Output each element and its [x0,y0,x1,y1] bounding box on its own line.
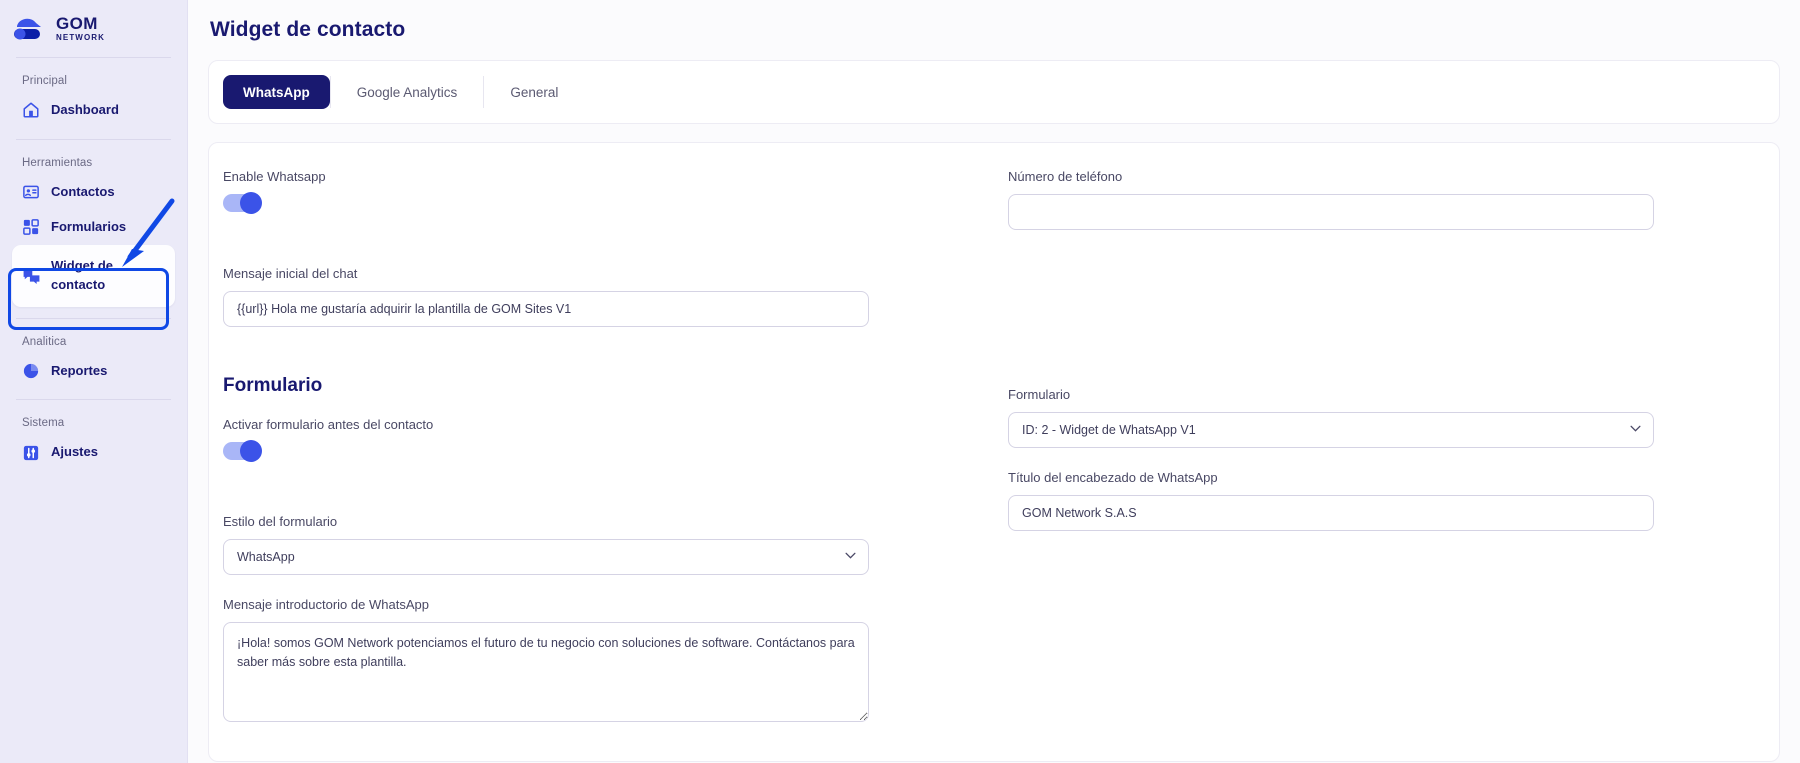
field-whatsapp-intro-message: Mensaje introductorio de WhatsApp ¡Hola!… [223,597,980,727]
sidebar-group-label-herramientas: Herramientas [22,156,93,169]
whatsapp-intro-message-textarea[interactable]: ¡Hola! somos GOM Network potenciamos el … [223,622,869,722]
gom-cloud-logo-icon [11,14,49,44]
field-whatsapp-header-title: Título del encabezado de WhatsApp [1008,470,1765,531]
sidebar-group-label-analitica: Analitica [22,335,67,348]
page-header: Widget de contacto [188,0,1800,60]
home-icon [22,101,40,119]
field-label: Mensaje introductorio de WhatsApp [223,597,429,612]
field-activate-form-before-contact: Activar formulario antes del contacto [223,417,980,462]
form-column-right: Número de teléfono Formulario ID: 2 - Wi… [994,169,1779,749]
contact-card-icon [22,183,40,201]
tab-general[interactable]: General [484,75,584,109]
sidebar-item-ajustes[interactable]: Ajustes [12,435,175,470]
form-style-select[interactable] [223,539,869,575]
form-column-left: Enable Whatsapp Mensaje inicial del chat… [209,169,994,749]
field-initial-chat-message: Mensaje inicial del chat [223,266,980,327]
section-title-formulario: Formulario [223,375,323,396]
field-label: Mensaje inicial del chat [223,266,358,281]
sidebar-item-widget-de-contacto[interactable]: Widget de contacto [12,244,175,307]
field-label: Estilo del formulario [223,514,338,529]
activate-form-toggle[interactable] [223,440,262,462]
sidebar-item-label: Contactos [51,183,115,199]
pie-chart-icon [22,362,40,380]
sidebar-item-reportes[interactable]: Reportes [12,354,175,389]
tab-google-analytics[interactable]: Google Analytics [331,75,484,109]
sidebar-group-label-sistema: Sistema [22,417,65,430]
field-enable-whatsapp: Enable Whatsapp [223,169,980,214]
chat-bubbles-icon [22,267,40,285]
tab-whatsapp[interactable]: WhatsApp [223,75,330,109]
sidebar-item-label: Formularios [51,218,127,234]
field-label: Título del encabezado de WhatsApp [1008,470,1218,485]
sidebar-item-dashboard[interactable]: Dashboard [12,93,175,128]
phone-number-input[interactable] [1008,194,1654,230]
page-title: Widget de contacto [210,18,406,41]
field-label: Activar formulario antes del contacto [223,417,434,432]
sidebar-group-label-principal: Principal [22,75,68,87]
tab-label: Google Analytics [356,84,458,100]
sidebar-item-label: Reportes [51,362,108,378]
settings-panel: Enable Whatsapp Mensaje inicial del chat… [208,142,1780,762]
main-content: Widget de contacto WhatsApp Google Analy… [188,0,1800,763]
field-label: Número de teléfono [1008,169,1123,184]
sidebar: GOM NETWORK Principal Dashboard Herramie… [0,0,188,763]
formulario-select[interactable] [1008,412,1654,448]
brand-logo[interactable]: GOM NETWORK [0,0,187,57]
form-grid-icon [22,218,40,236]
sliders-icon [22,444,40,462]
tab-label: General [510,84,559,100]
field-label: Enable Whatsapp [223,169,326,184]
sidebar-item-label: Dashboard [51,102,119,117]
toggle-knob [240,192,262,214]
sidebar-item-formularios[interactable]: Formularios [12,210,175,245]
sidebar-item-label: Ajustes [51,444,98,460]
sidebar-item-label: Widget de contacto [51,257,113,292]
field-form-style: Estilo del formulario [223,514,980,575]
enable-whatsapp-toggle[interactable] [223,192,262,214]
tab-label: WhatsApp [243,84,310,100]
brand-name-bottom: NETWORK [56,33,106,42]
form-columns: Enable Whatsapp Mensaje inicial del chat… [209,169,1779,749]
field-phone-number: Número de teléfono [1008,169,1765,230]
whatsapp-header-title-input[interactable] [1008,495,1654,531]
tab-bar: WhatsApp Google Analytics General [208,60,1780,124]
brand-name-top: GOM [56,14,98,33]
toggle-knob [240,440,262,462]
initial-chat-message-input[interactable] [223,291,869,327]
field-formulario-select: Formulario [1008,387,1765,448]
app-root: GOM NETWORK Principal Dashboard Herramie… [0,0,1800,763]
field-label: Formulario [1008,387,1071,402]
sidebar-item-contactos[interactable]: Contactos [12,175,175,210]
